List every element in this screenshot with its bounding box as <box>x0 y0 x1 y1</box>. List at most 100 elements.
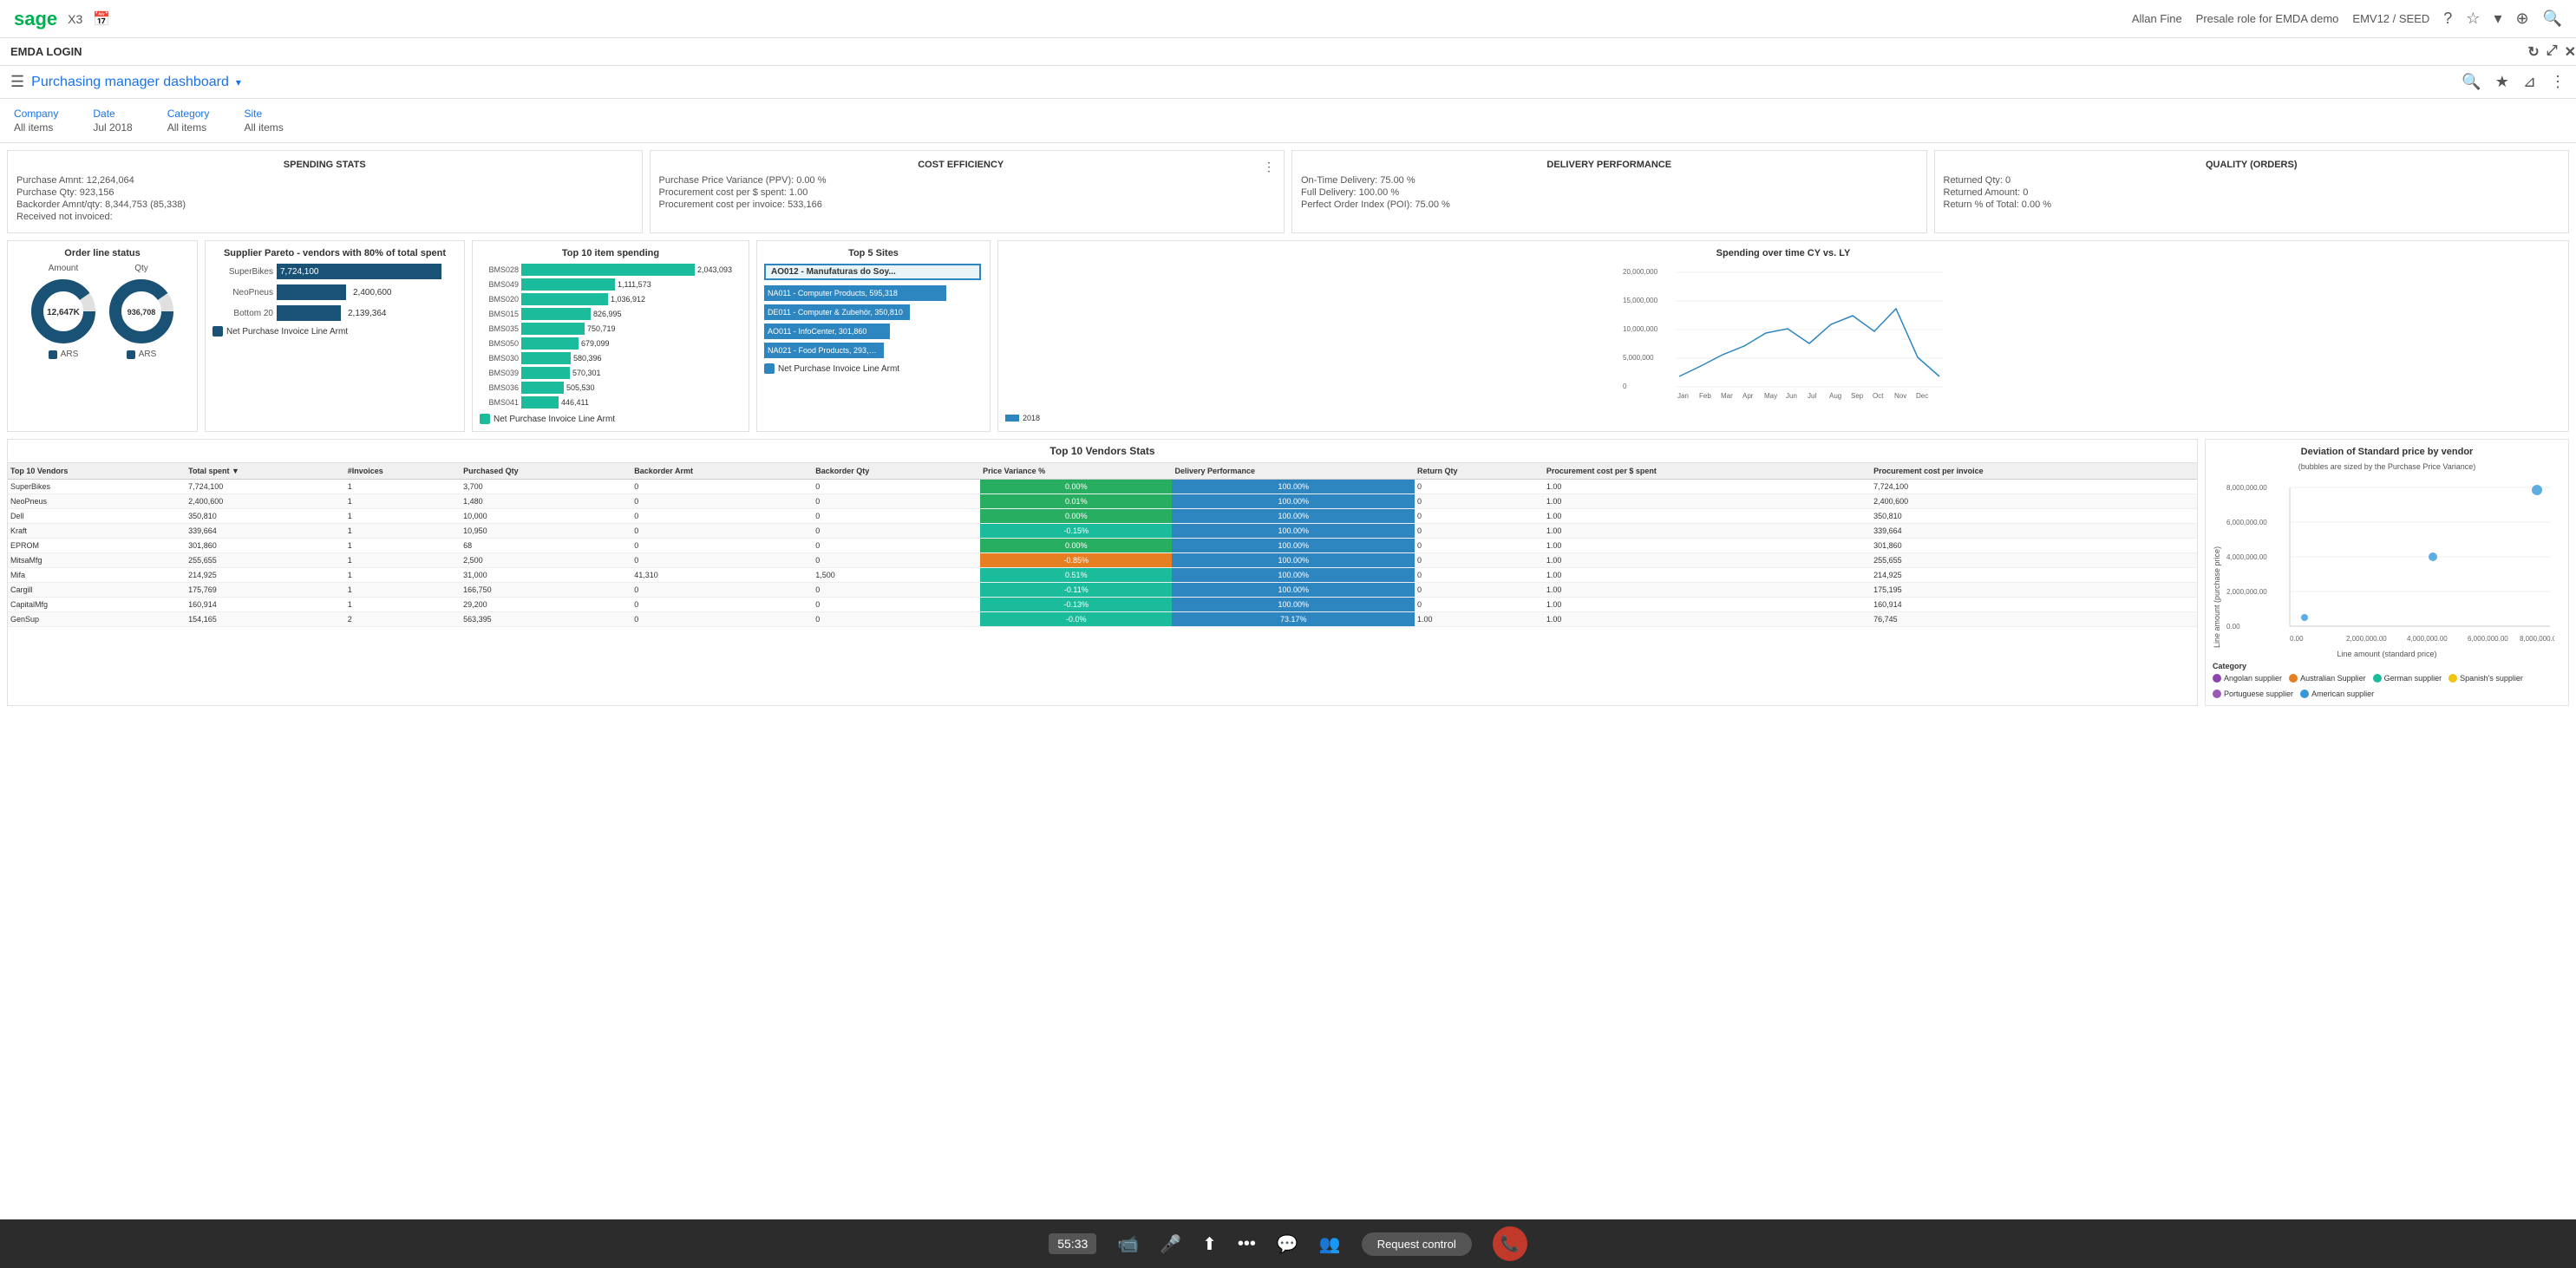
col-return-qty[interactable]: Return Qty <box>1415 463 1544 480</box>
spending-stats-title: SPENDING STATS <box>16 160 633 170</box>
vendor-back-armt: 0 <box>631 553 813 568</box>
item-val-bms028: 2,043,093 <box>697 265 732 274</box>
col-delivery[interactable]: Delivery Performance <box>1172 463 1414 480</box>
header-more-icon[interactable]: ⋮ <box>2550 73 2566 91</box>
vendor-back-qty: 0 <box>813 553 980 568</box>
col-invoices[interactable]: #Invoices <box>345 463 461 480</box>
header-search-icon[interactable]: 🔍 <box>2462 73 2481 91</box>
item-bar-bms036 <box>521 382 564 394</box>
col-backorder-armt[interactable]: Backorder Armt <box>631 463 813 480</box>
vendor-proc-inv: 76,745 <box>1871 612 2197 627</box>
item-label-bms030: BMS030 <box>480 354 519 363</box>
site-na021: NA021 - Food Products, 293,231 <box>764 343 983 358</box>
filter-category[interactable]: Category All items <box>167 108 210 134</box>
vendor-back-qty: 0 <box>813 480 980 494</box>
maximize-icon[interactable]: ⤢ <box>2547 43 2558 61</box>
taskbar-mic-icon[interactable]: 🎤 <box>1160 1233 1181 1255</box>
item-bar-bms015 <box>521 308 591 320</box>
item-label-bms049: BMS049 <box>480 280 519 289</box>
vendor-inv: 1 <box>345 524 461 539</box>
filter-category-value: All items <box>167 121 210 134</box>
taskbar-chat-icon[interactable]: 💬 <box>1277 1233 1298 1255</box>
filter-company[interactable]: Company All items <box>14 108 58 134</box>
vendor-table-section: Top 10 Vendors Stats Top 10 Vendors Tota… <box>7 439 2198 706</box>
table-header-row: Top 10 Vendors Total spent ▼ #Invoices P… <box>8 463 2197 480</box>
amount-label: Amount <box>49 264 78 273</box>
cat-dot-australian <box>2289 674 2298 683</box>
nav-x3[interactable]: X3 <box>68 12 82 26</box>
top5-sites-bars: AO012 - Manufaturas do Soy... NA011 - Co… <box>764 264 983 358</box>
col-vendor[interactable]: Top 10 Vendors <box>8 463 186 480</box>
proc-cost-per-invoice: Procurement cost per invoice: 533,166 <box>659 199 1276 210</box>
vendor-delivery: 100.00% <box>1172 524 1414 539</box>
end-call-icon: 📞 <box>1500 1235 1520 1253</box>
emda-login-label: EMDA LOGIN <box>10 45 82 58</box>
hamburger-icon[interactable]: ☰ <box>10 73 24 91</box>
cat-dot-german <box>2373 674 2382 683</box>
item-label-bms036: BMS036 <box>480 383 519 392</box>
filter-date[interactable]: Date Jul 2018 <box>93 108 132 134</box>
star-icon[interactable]: ☆ <box>2466 10 2480 28</box>
cat-legend-items: Angolan supplier Australian Supplier Ger… <box>2213 674 2561 698</box>
filter-site-label[interactable]: Site <box>244 108 283 120</box>
item-bar-bms049 <box>521 278 615 291</box>
site-ao011: AO011 - InfoCenter, 301,860 <box>764 324 983 339</box>
col-backorder-qty[interactable]: Backorder Qty <box>813 463 980 480</box>
vendor-return-qty: 0 <box>1415 583 1544 598</box>
cat-german: German supplier <box>2373 674 2442 683</box>
filter-site[interactable]: Site All items <box>244 108 283 134</box>
help-icon[interactable]: ? <box>2443 10 2452 28</box>
category-label: Category <box>2213 662 2561 670</box>
deviation-scatter-chart: 8,000,000.00 6,000,000.00 4,000,000.00 2… <box>2225 474 2554 648</box>
cost-efficiency-more-icon[interactable]: ⋮ <box>1263 160 1275 174</box>
search-icon[interactable]: 🔍 <box>2543 10 2562 28</box>
title-dropdown-icon[interactable]: ▾ <box>236 76 241 88</box>
calendar-icon[interactable]: 📅 <box>93 10 110 28</box>
taskbar-people-icon[interactable]: 👥 <box>1319 1233 1341 1255</box>
cat-spanish: Spanish's supplier <box>2449 674 2523 683</box>
svg-text:12,647K: 12,647K <box>47 308 81 317</box>
vendor-back-armt: 0 <box>631 583 813 598</box>
col-price-var[interactable]: Price Variance % <box>980 463 1172 480</box>
main-content: SPENDING STATS Purchase Amnt: 12,264,064… <box>0 143 2576 765</box>
vendor-proc-inv: 350,810 <box>1871 509 2197 524</box>
vendor-qty: 10,950 <box>461 524 631 539</box>
item-bar-bms039 <box>521 367 570 379</box>
taskbar-share-icon[interactable]: ⬆ <box>1202 1233 1217 1255</box>
refresh-icon[interactable]: ↻ <box>2527 43 2539 61</box>
spending-legend-bar <box>1005 415 1019 422</box>
col-purchased-qty[interactable]: Purchased Qty <box>461 463 631 480</box>
end-call-button[interactable]: 📞 <box>1493 1226 1527 1261</box>
col-spent[interactable]: Total spent ▼ <box>186 463 345 480</box>
vendor-price-var: 0.00% <box>980 480 1172 494</box>
header-bookmark-icon[interactable]: ★ <box>2495 73 2509 91</box>
pareto-legend: Net Purchase Invoice Line Armt <box>212 326 457 337</box>
vendor-delivery: 100.00% <box>1172 480 1414 494</box>
filter-date-label[interactable]: Date <box>93 108 132 120</box>
svg-text:Jun: Jun <box>1786 392 1797 400</box>
vendor-back-armt: 0 <box>631 539 813 553</box>
vendor-back-qty: 0 <box>813 612 980 627</box>
cat-label-american: American supplier <box>2311 690 2374 698</box>
item-bms050: BMS050 679,099 <box>480 337 742 350</box>
filter-company-label[interactable]: Company <box>14 108 58 120</box>
taskbar-video-icon[interactable]: 📹 <box>1117 1233 1139 1255</box>
vendor-qty: 31,000 <box>461 568 631 583</box>
vendor-proc-spent: 1.00 <box>1544 598 1871 612</box>
table-row: MitsaMfg 255,655 1 2,500 0 0 -0.85% 100.… <box>8 553 2197 568</box>
compass-icon[interactable]: ⊕ <box>2515 10 2528 28</box>
dropdown-icon[interactable]: ▾ <box>2494 10 2501 28</box>
amount-legend: ARS <box>49 350 79 359</box>
col-proc-inv[interactable]: Procurement cost per invoice <box>1871 463 2197 480</box>
col-proc-spent[interactable]: Procurement cost per $ spent <box>1544 463 1871 480</box>
header-filter-icon[interactable]: ⊿ <box>2523 73 2536 91</box>
vendor-delivery: 100.00% <box>1172 509 1414 524</box>
item-val-bms050: 679,099 <box>581 339 610 348</box>
request-control-button[interactable]: Request control <box>1362 1232 1472 1256</box>
taskbar-more-icon[interactable]: ••• <box>1238 1234 1256 1254</box>
supplier-pareto-bars: SuperBikes 7,724,100 NeoPneus 2,400,600 … <box>212 264 457 321</box>
close-icon[interactable]: ✕ <box>2565 43 2576 61</box>
vendor-return-qty: 0 <box>1415 598 1544 612</box>
filter-category-label[interactable]: Category <box>167 108 210 120</box>
order-line-status-card: Order line status Amount 12,647K ARS Qt <box>7 240 198 432</box>
